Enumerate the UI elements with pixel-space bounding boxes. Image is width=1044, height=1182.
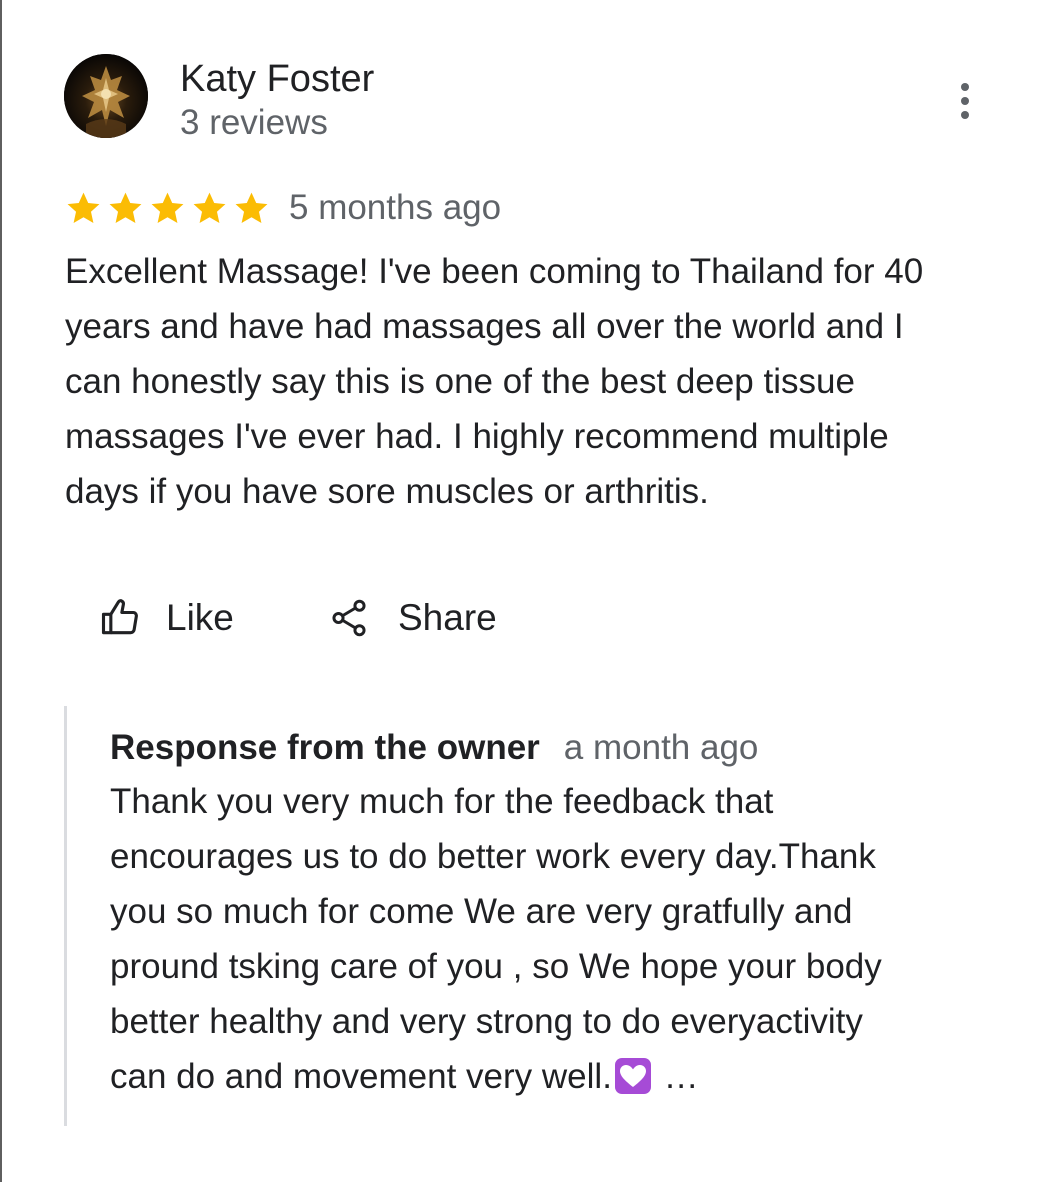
star-icon <box>106 189 145 228</box>
owner-response-line: you so much for come We are very gratful… <box>110 892 853 931</box>
review-text-line: Excellent Massage! I've been coming to T… <box>65 252 924 291</box>
star-icon <box>232 189 271 228</box>
review-text: Excellent Massage! I've been coming to T… <box>65 244 1015 519</box>
owner-response-header: Response from the owner a month ago <box>110 728 758 774</box>
review-time: 5 months ago <box>289 188 502 227</box>
response-divider <box>64 706 67 1126</box>
owner-response-title: Response from the owner <box>110 728 540 767</box>
review-text-line: massages I've ever had. I highly recomme… <box>65 417 889 456</box>
more-vert-icon <box>961 83 969 91</box>
avatar-photo <box>64 54 148 138</box>
star-icon <box>148 189 187 228</box>
review-text-line: can honestly say this is one of the best… <box>65 362 855 401</box>
more-options-button[interactable] <box>944 78 986 124</box>
avatar[interactable] <box>64 54 148 138</box>
owner-response-line-last: can do and movement very well. … <box>110 1049 1010 1104</box>
window-edge <box>0 0 2 1182</box>
star-icon <box>190 189 229 228</box>
review-text-line: days if you have sore muscles or arthrit… <box>65 472 709 511</box>
owner-response-text[interactable]: Thank you very much for the feedback tha… <box>110 774 1010 1104</box>
more-text-ellipsis[interactable]: … <box>664 1057 699 1096</box>
share-label: Share <box>398 597 497 638</box>
owner-response-line-text: can do and movement very well. <box>110 1057 612 1096</box>
review-text-line: years and have had massages all over the… <box>65 307 904 346</box>
star-rating <box>64 188 271 228</box>
owner-response-line: better healthy and very strong to do eve… <box>110 1002 863 1041</box>
star-icon <box>64 189 103 228</box>
reviewer-review-count[interactable]: 3 reviews <box>180 101 328 145</box>
more-vert-icon-dot <box>961 97 969 105</box>
like-button[interactable]: Like <box>98 592 234 644</box>
reviewer-name[interactable]: Katy Foster <box>180 56 374 102</box>
owner-response-line: encourages us to do better work every da… <box>110 837 876 876</box>
like-label: Like <box>166 597 234 638</box>
share-button[interactable]: Share <box>328 592 497 644</box>
owner-response-line: Thank you very much for the feedback tha… <box>110 782 774 821</box>
owner-response-time: a month ago <box>563 728 759 767</box>
thumbs-up-icon <box>98 596 142 640</box>
heart-with-ribbon-emoji-icon <box>614 1057 652 1095</box>
more-vert-icon-dot <box>961 111 969 119</box>
share-icon <box>328 597 370 639</box>
owner-response-line: pround tsking care of you , so We hope y… <box>110 947 882 986</box>
